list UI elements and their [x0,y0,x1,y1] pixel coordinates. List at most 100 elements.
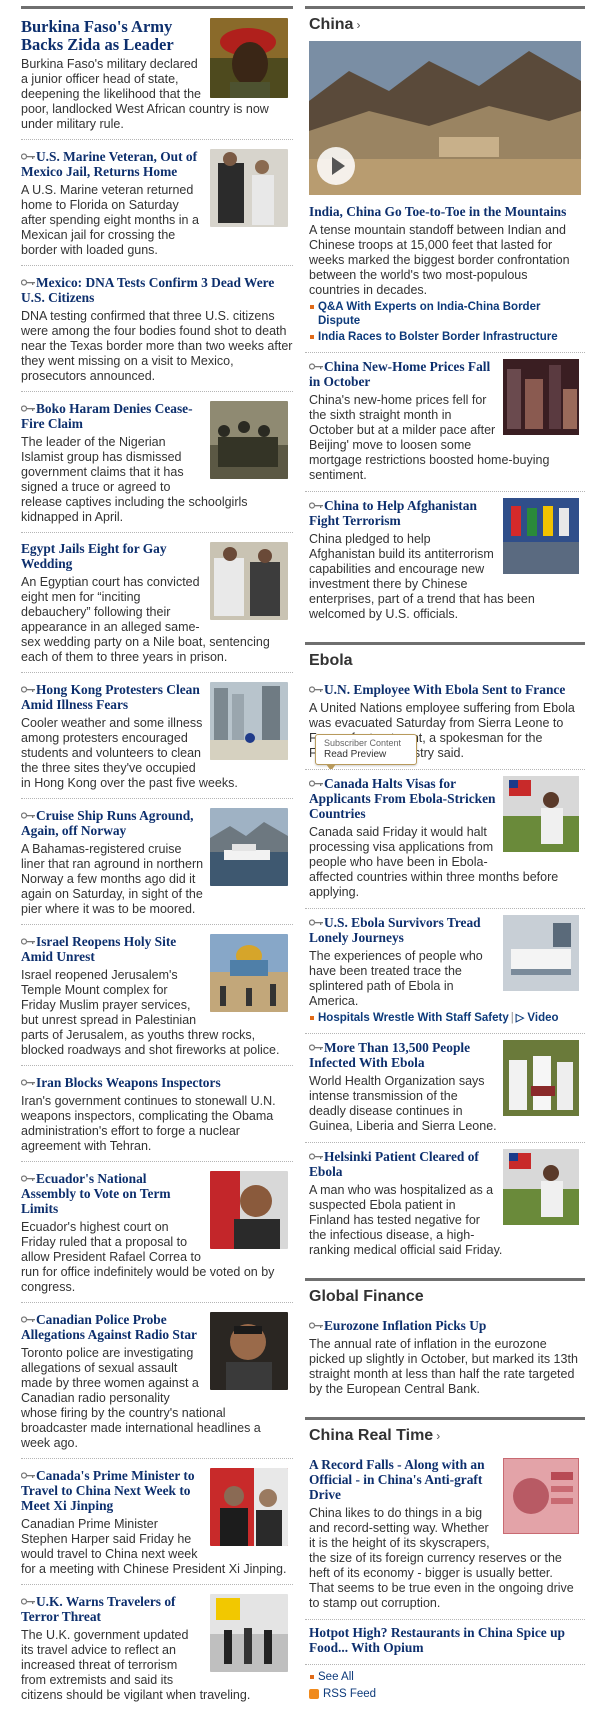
section-title[interactable]: China Real Time › [305,1420,585,1452]
story-item: U.N. Employee With Ebola Sent to France … [305,676,585,770]
story-headline[interactable]: Canada's Prime Minister to Travel to Chi… [21,1468,195,1513]
story-headline[interactable]: Eurozone Inflation Picks Up [324,1318,486,1333]
key-icon [21,808,35,819]
video-link[interactable]: Video [527,1012,558,1024]
story-headline[interactable]: China to Help Afghanistan Fight Terroris… [309,498,477,528]
story-photo[interactable] [503,1458,579,1534]
story-photo[interactable] [210,18,288,98]
story-photo[interactable] [503,776,579,852]
china-real-time-section: China Real Time › A Record Falls - Along … [305,1417,585,1709]
story-headline[interactable]: China New-Home Prices Fall in October [309,359,490,389]
story-headline[interactable]: More Than 13,500 People Infected With Eb… [309,1040,470,1070]
story-photo[interactable] [503,498,579,574]
story-headline[interactable]: Egypt Jails Eight for Gay Wedding [21,541,167,571]
video-camera-icon[interactable]: ▷ [516,1012,524,1024]
story-headline[interactable]: Burkina Faso's Army Backs Zida as Leader [21,17,174,54]
story-headline[interactable]: India, China Go Toe-to-Toe in the Mounta… [309,204,566,219]
story-summary: A tense mountain standoff between Indian… [309,223,570,297]
key-icon [308,915,323,926]
story-item: Egypt Jails Eight for Gay Wedding An Egy… [21,533,293,673]
story-photo[interactable] [210,682,288,760]
story-item: Hong Kong Protesters Clean Amid Illness … [21,673,293,799]
related-link[interactable]: Q&A With Experts on India-China Border D… [309,300,581,328]
see-all-link[interactable]: See All [309,1669,581,1686]
story-item: More Than 13,500 People Infected With Eb… [305,1034,585,1143]
key-icon [308,498,323,509]
story-item: China New-Home Prices Fall in October Ch… [305,353,585,492]
story-headline[interactable]: Israel Reopens Holy Site Amid Unrest [21,934,176,964]
key-icon [21,1312,35,1323]
story-photo[interactable] [503,359,579,435]
story-headline[interactable]: A Record Falls - Along with an Official … [309,1457,485,1502]
story-item: Eurozone Inflation Picks Up The annual r… [305,1312,585,1405]
story-headline[interactable]: Hotpot High? Restaurants in China Spice … [309,1625,565,1655]
section-footer: See All RSS Feed [305,1665,585,1709]
sidebar-column: China › India, China Go Toe-to-Toe in the… [305,6,585,1721]
key-icon [21,1594,35,1605]
subscriber-tooltip[interactable]: Subscriber Content Read Preview [315,734,417,769]
key-icon [21,682,35,693]
story-headline[interactable]: Boko Haram Denies Cease-Fire Claim [21,401,193,431]
story-headline[interactable]: Iran Blocks Weapons Inspectors [36,1075,221,1090]
related-link[interactable]: Hospitals Wrestle With Staff Safety [318,1012,509,1024]
story-item: China to Help Afghanistan Fight Terroris… [305,492,585,630]
story-headline[interactable]: U.N. Employee With Ebola Sent to France [324,682,565,697]
key-icon [308,1040,323,1051]
story-headline[interactable]: Ecuador's National Assembly to Vote on T… [21,1171,171,1216]
section-title[interactable]: Global Finance [305,1281,585,1312]
story-headline[interactable]: Hong Kong Protesters Clean Amid Illness … [21,682,200,712]
story-photo[interactable] [210,808,288,886]
story-summary: DNA testing confirmed that three U.S. ci… [21,309,293,383]
key-icon [308,359,323,370]
story-item: Ecuador's National Assembly to Vote on T… [21,1162,293,1303]
separator: | [510,1012,514,1024]
related-link[interactable]: India Races to Bolster Border Infrastruc… [309,330,581,344]
key-icon [308,682,323,693]
section-title[interactable]: China › [305,9,585,41]
story-photo[interactable] [210,934,288,1012]
story-photo[interactable] [210,1171,288,1249]
story-photo[interactable] [210,1594,288,1672]
key-icon [308,1318,323,1329]
story-headline[interactable]: Cruise Ship Runs Aground, Again, off Nor… [21,808,194,838]
play-icon[interactable] [317,147,355,185]
story-item: Iran Blocks Weapons Inspectors Iran's go… [21,1066,293,1162]
story-photo[interactable] [503,1149,579,1225]
story-photo[interactable] [210,149,288,227]
chevron-right-icon[interactable]: › [436,1429,440,1443]
story-item: Israel Reopens Holy Site Amid Unrest Isr… [21,925,293,1066]
rss-feed-link[interactable]: RSS Feed [309,1686,581,1703]
story-photo[interactable] [210,401,288,479]
story-headline[interactable]: U.S. Marine Veteran, Out of Mexico Jail,… [21,149,197,179]
story-item: Canada's Prime Minister to Travel to Chi… [21,1459,293,1585]
story-photo[interactable] [503,1040,579,1116]
video-thumbnail[interactable] [309,41,581,195]
related-link-row: Hospitals Wrestle With Staff Safety | ▷ Vi… [309,1011,581,1025]
story-item: U.S. Ebola Survivors Tread Lonely Journe… [305,909,585,1034]
story-item: Helsinki Patient Cleared of Ebola A man … [305,1143,585,1266]
story-headline[interactable]: U.K. Warns Travelers of Terror Threat [21,1594,175,1624]
chevron-right-icon[interactable]: › [356,18,360,32]
key-icon [308,1149,323,1160]
tooltip-preview-link[interactable]: Read Preview [324,749,408,761]
key-icon [21,275,35,286]
world-news-column: Burkina Faso's Army Backs Zida as Leader… [21,6,293,1710]
story-item: A Record Falls - Along with an Official … [305,1452,585,1620]
story-headline[interactable]: Canada Halts Visas for Applicants From E… [309,776,496,821]
story-headline[interactable]: U.S. Ebola Survivors Tread Lonely Journe… [309,915,481,945]
key-icon [21,401,35,412]
story-item: Cruise Ship Runs Aground, Again, off Nor… [21,799,293,925]
story-photo[interactable] [210,1468,288,1546]
story-item: Canada Halts Visas for Applicants From E… [305,770,585,909]
story-headline[interactable]: Helsinki Patient Cleared of Ebola [309,1149,479,1179]
story-photo[interactable] [210,542,288,620]
section-title[interactable]: Ebola [305,645,585,676]
story-headline[interactable]: Canadian Police Probe Allegations Agains… [21,1312,197,1342]
story-headline[interactable]: Mexico: DNA Tests Confirm 3 Dead Were U.… [21,275,274,305]
section-title-text[interactable]: China [309,16,353,33]
story-photo[interactable] [210,1312,288,1390]
section-title-text[interactable]: China Real Time [309,1427,433,1444]
story-item: Mexico: DNA Tests Confirm 3 Dead Were U.… [21,266,293,392]
key-icon [21,934,35,945]
story-photo[interactable] [503,915,579,991]
